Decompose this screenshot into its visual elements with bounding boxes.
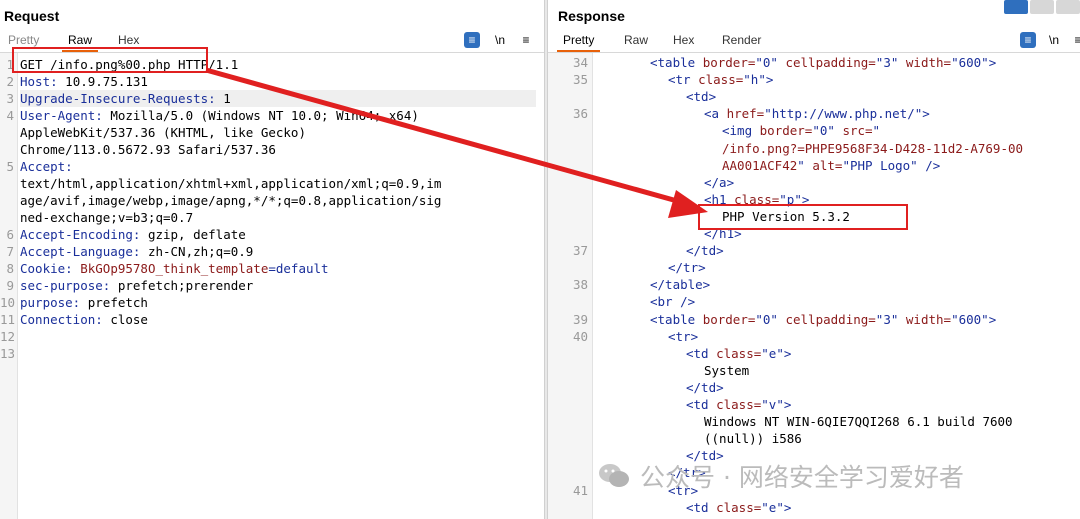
arrowhead (668, 190, 708, 218)
wechat-icon (599, 464, 629, 487)
arrow-line (205, 67, 689, 207)
watermark: 公众号 · 网络安全学习爱好者 (598, 458, 964, 494)
watermark-text: 公众号 · 网络安全学习爱好者 (640, 463, 964, 492)
annotation-arrow (205, 67, 708, 218)
